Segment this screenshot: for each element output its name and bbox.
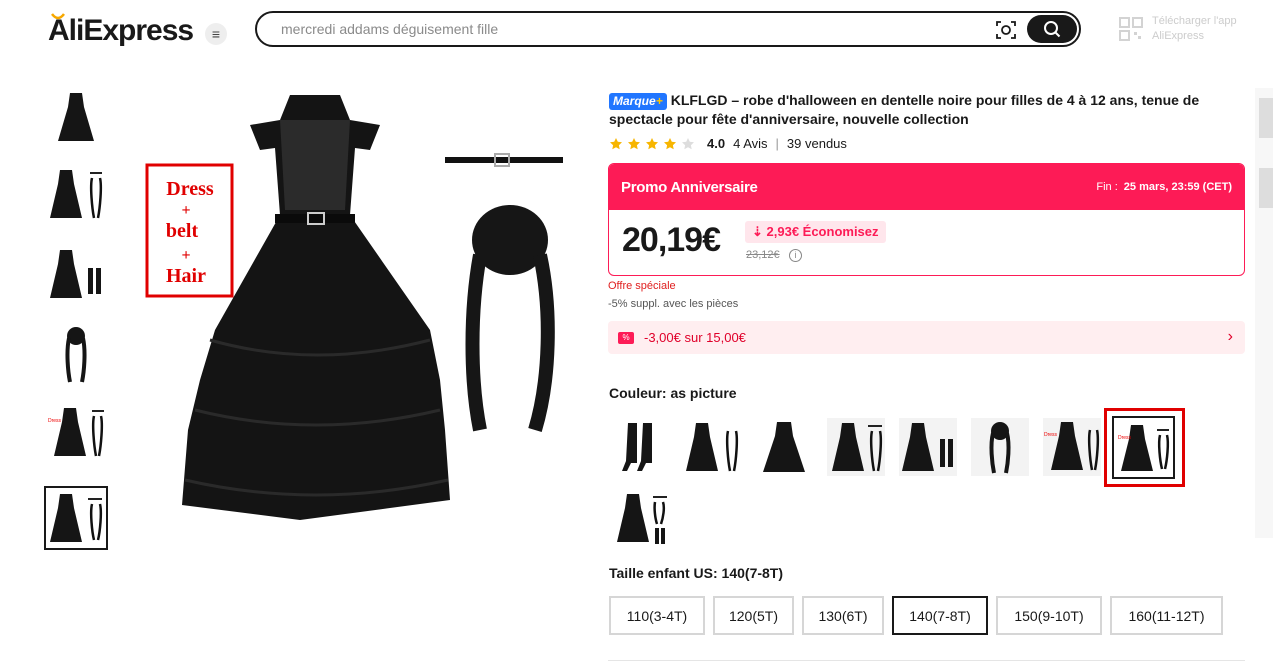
- coins-discount-text: -5% suppl. avec les pièces: [608, 298, 739, 310]
- gallery-thumb-6[interactable]: [44, 486, 108, 550]
- dress-set-thumbnail: [50, 170, 103, 219]
- gallery-thumb-3[interactable]: [45, 243, 107, 305]
- savings-arrow-icon: ⇣: [752, 224, 767, 239]
- dress-belt-wig-thumbnail: [50, 494, 103, 542]
- overlay-plus-1: +: [181, 202, 190, 219]
- app-download-line2: AliExpress: [1152, 30, 1204, 42]
- promo-title: Promo Anniversaire: [621, 178, 758, 196]
- star-icon: [628, 137, 640, 149]
- size-label-key: Taille enfant US:: [609, 565, 718, 581]
- overlay-hair: Hair: [166, 265, 206, 287]
- promo-bar: Promo Anniversaire Fin : 25 mars, 23:59 (…: [609, 164, 1244, 210]
- full-set-thumbnail: [617, 494, 667, 544]
- svg-text:Dress: Dress: [1044, 432, 1058, 438]
- gallery-thumb-5[interactable]: Dress: [45, 404, 107, 466]
- app-download-line1: Télécharger l'app: [1152, 15, 1237, 27]
- size-option-160[interactable]: 160(11-12T): [1110, 596, 1223, 635]
- overlay-belt: belt: [166, 220, 199, 242]
- coupon-text: -3,00€ sur 15,00€: [644, 330, 746, 345]
- gallery-thumb-1[interactable]: [45, 86, 107, 148]
- special-offer-text: Offre spéciale: [608, 280, 676, 292]
- size-label-value: 140(7-8T): [721, 565, 784, 581]
- star-icon: [610, 137, 622, 149]
- app-download-text[interactable]: Télécharger l'app AliExpress: [1152, 14, 1237, 44]
- wig-thumbnail: [65, 327, 87, 383]
- dress-set-thumbnail: [686, 423, 739, 472]
- color-swatch-dress-socks[interactable]: [899, 418, 957, 476]
- dress-thumbnail: [763, 422, 805, 472]
- color-swatch-socks[interactable]: [611, 418, 669, 476]
- logo-smile-icon: [51, 13, 65, 20]
- aliexpress-logo[interactable]: AliExpress: [48, 13, 194, 48]
- size-option-110[interactable]: 110(3-4T): [609, 596, 705, 635]
- rating-separator: |: [775, 136, 779, 151]
- color-swatch-dress[interactable]: [755, 418, 813, 476]
- rating-row[interactable]: 4.0 4 Avis | 39 vendus: [609, 136, 847, 151]
- socks-thumbnail: [622, 423, 652, 471]
- search-button[interactable]: [1027, 15, 1077, 43]
- dress-socks-thumbnail: [902, 423, 953, 471]
- size-option-140[interactable]: 140(7-8T): [892, 596, 988, 635]
- sold-count: 39 vendus: [786, 136, 847, 151]
- promo-end-label: Fin :: [1096, 181, 1118, 193]
- current-price: 20,19€: [622, 221, 721, 259]
- overlay-plus-2: +: [181, 247, 190, 264]
- color-label-key: Couleur:: [609, 385, 667, 401]
- dress-thumbnail: [58, 93, 94, 141]
- chevron-right-icon: ›: [1227, 328, 1233, 345]
- color-swatch-dress-wig[interactable]: [683, 418, 741, 476]
- color-swatch-dress-annotated[interactable]: Dress: [1043, 418, 1101, 476]
- menu-icon[interactable]: ≡: [205, 23, 227, 45]
- size-option-120[interactable]: 120(5T): [713, 596, 794, 635]
- brand-plus-badge[interactable]: Marque+: [609, 93, 667, 110]
- size-label: Taille enfant US: 140(7-8T): [609, 565, 783, 581]
- old-price: 23,12€: [746, 249, 780, 261]
- image-search-icon[interactable]: [995, 19, 1017, 41]
- rating-score: 4.0: [707, 136, 726, 151]
- promo-end: Fin : 25 mars, 23:59 (CET): [1096, 181, 1232, 193]
- promo-end-date: 25 mars, 23:59 (CET): [1123, 181, 1232, 193]
- size-option-130[interactable]: 130(6T): [802, 596, 884, 635]
- main-product-image[interactable]: Dress + belt + Hair: [140, 80, 580, 560]
- info-icon[interactable]: i: [789, 249, 802, 262]
- search-icon: [1044, 21, 1061, 38]
- search-input[interactable]: [279, 20, 983, 38]
- color-label: Couleur: as picture: [609, 385, 737, 401]
- product-title: Marque+ KLFLGD – robe d'halloween en dent…: [609, 91, 1239, 129]
- qr-code-icon[interactable]: [1119, 17, 1143, 41]
- coupon-icon: %: [618, 331, 634, 344]
- selection-highlight-box: [1104, 408, 1185, 487]
- dress-set-annotated-thumbnail: Dress: [1044, 422, 1100, 471]
- brand-badge-plus: +: [655, 94, 663, 108]
- star-icon: [664, 137, 676, 149]
- color-swatch-dress-belt-wig[interactable]: [827, 418, 885, 476]
- dress-set-annotated-thumbnail: Dress: [48, 408, 104, 457]
- product-title-text: KLFLGD – robe d'halloween en dentelle no…: [609, 92, 1200, 127]
- gallery-thumb-4[interactable]: [45, 323, 107, 385]
- star-icon: [646, 137, 658, 149]
- savings-text: 2,93€ Économisez: [766, 224, 879, 239]
- logo-text: AliExpress: [48, 14, 194, 47]
- color-swatch-wig[interactable]: [971, 418, 1029, 476]
- promo-box: Promo Anniversaire Fin : 25 mars, 23:59 (…: [608, 163, 1245, 276]
- gallery-thumb-2[interactable]: [45, 163, 107, 225]
- color-label-value: as picture: [670, 385, 737, 401]
- wig-thumbnail: [989, 422, 1011, 474]
- review-count[interactable]: 4 Avis: [733, 136, 767, 151]
- coupon-bar[interactable]: % -3,00€ sur 15,00€ ›: [608, 321, 1245, 354]
- color-swatch-full-set[interactable]: [611, 490, 669, 548]
- overlay-dress: Dress: [166, 178, 214, 200]
- size-option-150[interactable]: 150(9-10T): [996, 596, 1102, 635]
- savings-badge: ⇣ 2,93€ Économisez: [745, 221, 886, 243]
- dress-socks-thumbnail: [50, 250, 101, 298]
- divider: [608, 660, 1245, 661]
- recommendation-edge-image[interactable]: [1255, 88, 1273, 538]
- search-bar[interactable]: [255, 11, 1081, 47]
- svg-text:Dress: Dress: [48, 418, 62, 424]
- star-empty-icon: [682, 137, 694, 149]
- brand-badge-text: Marque: [613, 94, 656, 108]
- dress-set-thumbnail: [832, 423, 883, 472]
